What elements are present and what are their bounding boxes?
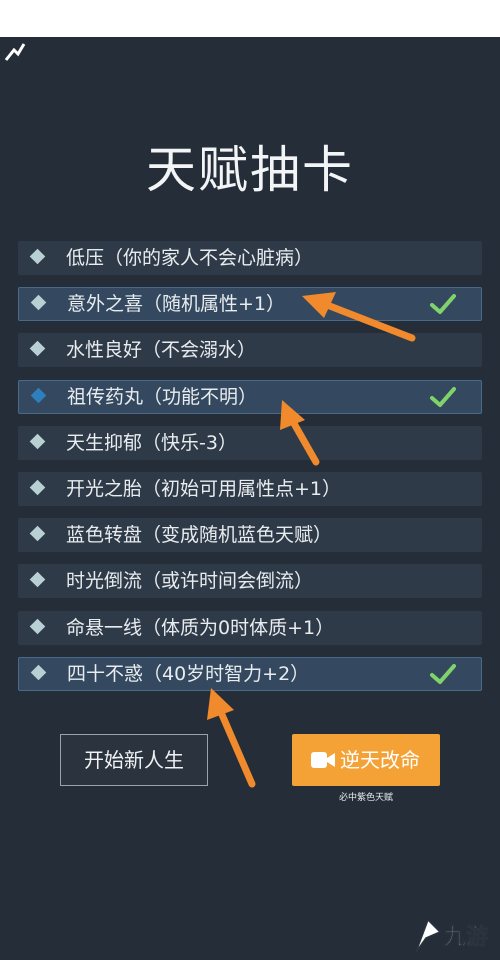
watermark-text: 九游 (443, 924, 488, 950)
talent-label: 四十不惑（40岁时智力+2） (67, 662, 310, 685)
diamond-bullet-icon (29, 525, 46, 542)
talent-item-1[interactable]: 低压（你的家人不会心脏病） (18, 241, 482, 275)
talent-item-2[interactable]: 意外之喜（随机属性+1） (18, 287, 482, 322)
diamond-bullet-icon (29, 479, 46, 496)
talent-label: 祖传药丸（功能不明） (67, 385, 258, 408)
change-fate-label: 逆天改命 (340, 748, 420, 772)
talent-label: 天生抑郁（快乐-3） (66, 431, 237, 454)
talent-label: 低压（你的家人不会心脏病） (66, 247, 314, 269)
change-fate-button[interactable]: 逆天改命 (292, 734, 440, 786)
video-icon (311, 752, 335, 768)
diamond-bullet-icon (30, 294, 47, 311)
corner-logo-icon (4, 43, 26, 61)
talent-label: 命悬一线（体质为0时体质+1） (66, 616, 335, 639)
diamond-bullet-icon (29, 618, 46, 634)
talent-item-6[interactable]: 开光之胎（初始可用属性点+1） (18, 471, 482, 506)
start-new-life-button[interactable]: 开始新人生 (60, 734, 208, 786)
diamond-bullet-icon (29, 433, 46, 450)
change-fate-subtext: 必中紫色天赋 (338, 793, 393, 803)
check-icon (430, 294, 456, 315)
check-icon (430, 386, 456, 407)
talent-item-5[interactable]: 天生抑郁（快乐-3） (18, 425, 482, 460)
talent-item-3[interactable]: 水性良好（不会溺水） (18, 333, 482, 368)
talent-item-7[interactable]: 蓝色转盘（变成随机蓝色天赋） (18, 518, 482, 553)
diamond-bullet-icon (30, 387, 47, 403)
talent-label: 意外之喜（随机属性+1） (67, 293, 286, 316)
diamond-bullet-icon (29, 248, 46, 265)
talent-item-9[interactable]: 命悬一线（体质为0时体质+1） (18, 610, 482, 645)
diamond-bullet-icon (29, 572, 46, 588)
check-icon (430, 663, 456, 684)
talent-label: 时光倒流（或许时间会倒流） (66, 570, 314, 593)
talent-item-4[interactable]: 祖传药丸（功能不明） (18, 379, 482, 414)
diamond-bullet-icon (30, 664, 47, 680)
talent-item-10[interactable]: 四十不惑（40岁时智力+2） (18, 656, 482, 691)
page-title: 天赋抽卡 (146, 141, 354, 199)
talent-label: 水性良好（不会溺水） (66, 339, 257, 362)
watermark-logo: 九游 (415, 918, 488, 953)
talent-label: 蓝色转盘（变成随机蓝色天赋） (66, 524, 333, 547)
talent-item-8[interactable]: 时光倒流（或许时间会倒流） (18, 564, 482, 599)
talent-label: 开光之胎（初始可用属性点+1） (66, 477, 342, 500)
talent-list: 低压（你的家人不会心脏病） 意外之喜（随机属性+1） 水性良好（不会溺水） 祖传… (18, 241, 482, 703)
diamond-bullet-icon (29, 341, 46, 357)
